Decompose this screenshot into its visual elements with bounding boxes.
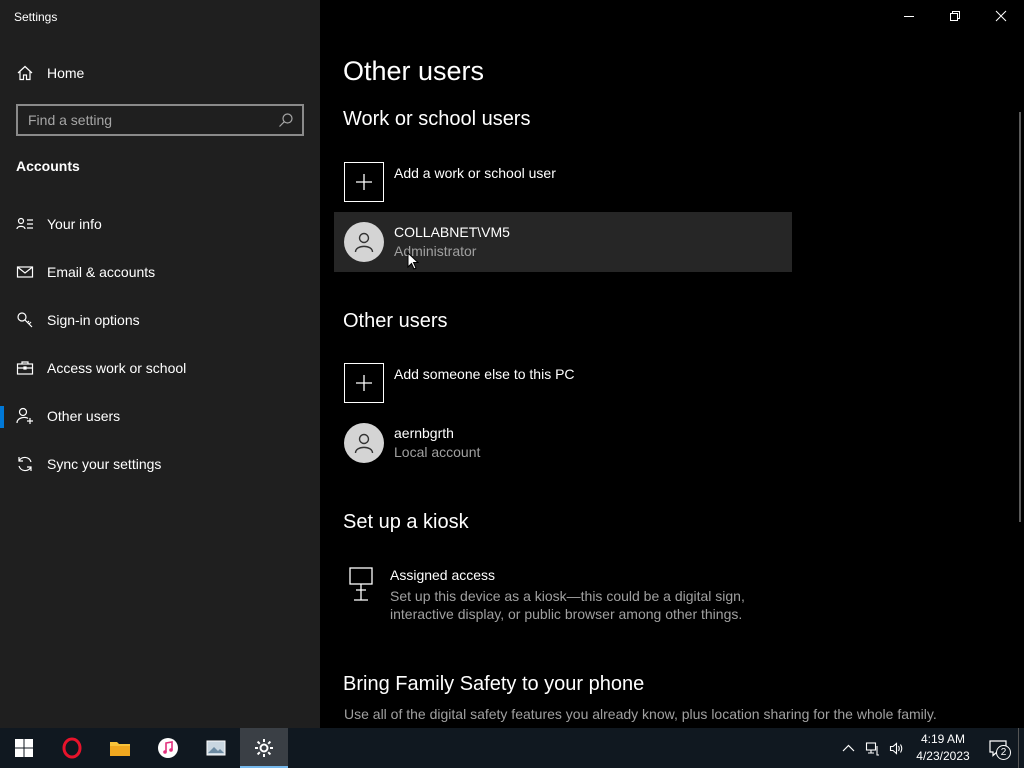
taskbar-clock[interactable]: 4:19 AM 4/23/2023 <box>908 731 978 765</box>
kiosk-icon <box>349 567 373 601</box>
sidebar-item-label: Email & accounts <box>47 264 156 280</box>
user-role: Local account <box>394 444 481 460</box>
taskbar-opera[interactable] <box>48 728 96 768</box>
sidebar-item-label: Access work or school <box>47 360 187 376</box>
sidebar-item-your-info[interactable]: Your info <box>0 200 320 248</box>
briefcase-icon <box>16 361 34 375</box>
settings-icon <box>255 739 273 757</box>
sidebar-item-access-work-school[interactable]: Access work or school <box>0 344 320 392</box>
user-name: aernbgrth <box>394 425 454 441</box>
assigned-access-link[interactable]: Assigned access Set up this device as a … <box>348 566 788 623</box>
sidebar-item-label: Your info <box>47 216 102 232</box>
show-desktop-button[interactable] <box>1018 728 1024 768</box>
restore-button[interactable] <box>932 0 978 32</box>
mouse-cursor-icon <box>407 252 419 270</box>
photos-icon <box>206 740 226 756</box>
add-work-school-user-button[interactable]: Add a work or school user <box>334 152 792 212</box>
user-name: COLLABNET\VM5 <box>394 224 510 240</box>
page-title: Other users <box>343 56 485 86</box>
action-center-button[interactable]: 2 <box>978 728 1018 768</box>
home-label: Home <box>47 65 85 81</box>
section-heading-work-school: Work or school users <box>343 108 531 130</box>
sidebar-item-sign-in-options[interactable]: Sign-in options <box>0 296 320 344</box>
sidebar-item-email-accounts[interactable]: Email & accounts <box>0 248 320 296</box>
minimize-button[interactable] <box>886 0 932 32</box>
start-icon <box>15 739 33 757</box>
scrollbar[interactable] <box>1019 112 1021 522</box>
taskbar: 4:19 AM 4/23/2023 2 <box>0 728 1024 768</box>
plus-icon <box>344 363 384 403</box>
clock-time: 4:19 AM <box>920 732 966 746</box>
user-item-aernbgrth[interactable]: aernbgrth Local account <box>334 413 792 473</box>
section-heading-family-safety: Bring Family Safety to your phone <box>343 673 645 695</box>
close-icon <box>995 10 1007 22</box>
app-title: Settings <box>14 10 58 24</box>
person-add-icon <box>16 407 33 424</box>
opera-icon <box>62 737 82 759</box>
volume-button[interactable] <box>884 728 908 768</box>
taskbar-itunes[interactable] <box>144 728 192 768</box>
family-safety-description: Use all of the digital safety features y… <box>344 706 937 722</box>
restore-icon <box>950 11 960 21</box>
mail-icon <box>16 266 34 278</box>
plus-icon <box>344 162 384 202</box>
sidebar-item-label: Sync your settings <box>47 456 162 472</box>
volume-icon <box>889 741 902 755</box>
minimize-icon <box>904 16 914 17</box>
assigned-access-title: Assigned access <box>390 567 496 583</box>
clock-date: 4/23/2023 <box>916 749 970 763</box>
system-tray: 4:19 AM 4/23/2023 2 <box>836 728 1024 768</box>
person-card-icon <box>16 217 33 230</box>
add-someone-else-label: Add someone else to this PC <box>394 366 575 382</box>
assigned-access-description: Set up this device as a kiosk—this could… <box>390 588 745 622</box>
section-heading-other-users: Other users <box>343 310 448 332</box>
start-button[interactable] <box>0 728 48 768</box>
chevron-up-icon <box>842 744 854 751</box>
user-item-collabnet-vm5[interactable]: COLLABNET\VM5 Administrator <box>334 212 792 272</box>
add-work-school-user-label: Add a work or school user <box>394 165 556 181</box>
window-controls <box>886 0 1024 32</box>
search-box[interactable] <box>16 104 304 136</box>
network-icon <box>865 741 879 756</box>
taskbar-photos[interactable] <box>192 728 240 768</box>
user-avatar-icon <box>344 222 384 262</box>
sync-icon <box>18 456 32 472</box>
notification-count-badge: 2 <box>996 745 1011 760</box>
sidebar-item-sync-settings[interactable]: Sync your settings <box>0 440 320 488</box>
sidebar-item-other-users[interactable]: Other users <box>0 392 320 440</box>
key-icon <box>17 312 33 328</box>
close-button[interactable] <box>978 0 1024 32</box>
search-icon[interactable] <box>278 112 294 128</box>
show-hidden-icons-button[interactable] <box>836 728 860 768</box>
sidebar-item-label: Sign-in options <box>47 312 140 328</box>
sidebar: Settings Home Accounts Your info Email &… <box>0 0 320 728</box>
home-icon <box>17 65 33 81</box>
home-link[interactable]: Home <box>16 62 84 84</box>
section-heading-kiosk: Set up a kiosk <box>343 511 469 533</box>
user-avatar-icon <box>344 423 384 463</box>
taskbar-file-explorer[interactable] <box>96 728 144 768</box>
sidebar-item-label: Other users <box>47 408 121 424</box>
nav-list: Your info Email & accounts Sign-in optio… <box>0 200 320 488</box>
file-explorer-icon <box>110 742 130 756</box>
network-button[interactable] <box>860 728 884 768</box>
add-someone-else-button[interactable]: Add someone else to this PC <box>334 353 792 413</box>
section-label-accounts: Accounts <box>16 158 80 174</box>
itunes-icon <box>158 738 178 758</box>
taskbar-settings[interactable] <box>240 728 288 768</box>
search-input[interactable] <box>18 112 278 128</box>
